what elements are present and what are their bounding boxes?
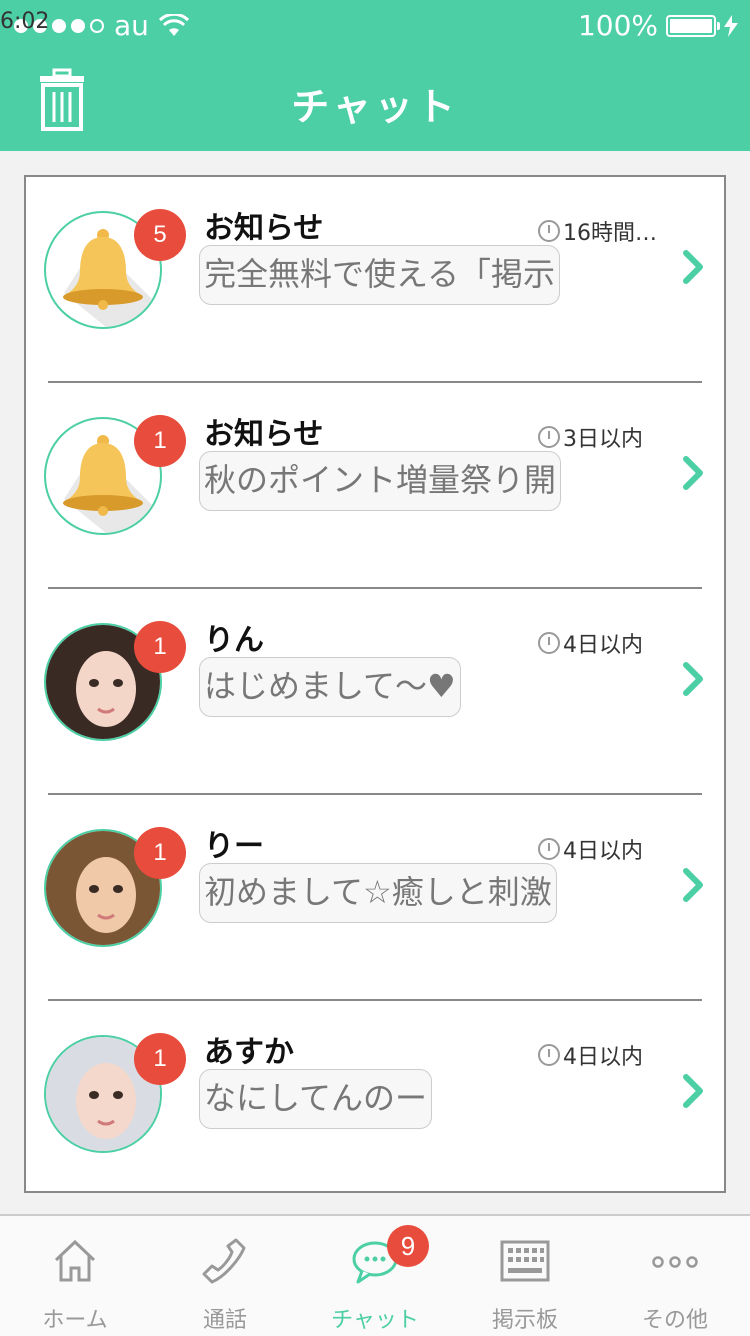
tab-call-label: 通話 [202, 1308, 247, 1333]
tab-chat[interactable]: チャット [300, 1216, 450, 1336]
tab-more-label: その他 [641, 1308, 708, 1333]
board-icon [500, 1240, 550, 1282]
chat-row[interactable]: 1 りー 4日以内 初めまして☆癒しと刺激 [26, 795, 724, 1001]
page-title: チャット [291, 85, 459, 129]
charging-icon [724, 14, 738, 37]
message-preview: はじめまして〜♥ [199, 657, 461, 717]
chevron-right-icon[interactable] [678, 247, 708, 287]
chat-name: あすか [204, 1035, 294, 1070]
battery-fill [670, 18, 712, 33]
chat-time: 4日以内 [538, 627, 643, 659]
chat-tab-badge: 9 [387, 1225, 429, 1267]
unread-badge: 5 [134, 209, 186, 261]
more-icon [652, 1256, 698, 1268]
chat-name: お知らせ [204, 417, 324, 452]
chat-row[interactable]: 1 あすか 4日以内 なにしてんのー [26, 1001, 724, 1207]
unread-badge: 1 [134, 827, 186, 879]
battery-icon [666, 14, 720, 37]
clock-icon [538, 632, 560, 654]
chat-time-label: 16時間… [563, 221, 657, 246]
clock-icon [538, 838, 560, 860]
chat-time-label: 4日以内 [563, 839, 643, 864]
chevron-right-icon[interactable] [678, 453, 708, 493]
chat-name: りー [204, 829, 264, 864]
chevron-right-icon[interactable] [678, 865, 708, 905]
tab-call[interactable]: 通話 [150, 1216, 300, 1336]
chat-time-label: 4日以内 [563, 1045, 643, 1070]
tab-bar: ホーム 通話 チャット 掲示板 その他 [0, 1214, 750, 1336]
message-preview: なにしてんのー [199, 1069, 433, 1129]
chat-list: 5 お知らせ 16時間… 完全無料で使える「掲示 1 お知らせ 3日以内 秋のポ… [24, 175, 726, 1193]
battery-percent: 100% [577, 9, 658, 42]
tab-more[interactable]: その他 [600, 1216, 750, 1336]
status-right: 100% [578, 9, 738, 42]
tab-board-label: 掲示板 [491, 1308, 558, 1333]
nav-bar: チャット [0, 50, 750, 151]
unread-badge: 1 [134, 415, 186, 467]
message-preview: 秋のポイント増量祭り開 [199, 451, 562, 511]
chat-name: りん [204, 623, 264, 658]
chat-row[interactable]: 1 お知らせ 3日以内 秋のポイント増量祭り開 [26, 383, 724, 589]
chevron-right-icon[interactable] [678, 659, 708, 699]
tab-board[interactable]: 掲示板 [450, 1216, 600, 1336]
status-bar: au 6:02 100% [0, 0, 750, 50]
chevron-right-icon[interactable] [678, 1071, 708, 1111]
clock-icon [538, 1044, 560, 1066]
chat-time: 16時間… [538, 215, 657, 247]
unread-badge: 1 [134, 1033, 186, 1085]
home-icon [54, 1239, 96, 1282]
tab-home[interactable]: ホーム [0, 1216, 150, 1336]
chat-row[interactable]: 5 お知らせ 16時間… 完全無料で使える「掲示 [26, 177, 724, 383]
clock-icon [538, 426, 560, 448]
tab-chat-label: チャット [331, 1308, 419, 1333]
chat-time: 4日以内 [538, 833, 643, 865]
phone-icon [202, 1238, 246, 1284]
chat-time-label: 4日以内 [563, 633, 643, 658]
clock-icon [538, 220, 560, 242]
message-preview: 初めまして☆癒しと刺激 [199, 863, 557, 923]
chat-name: お知らせ [204, 211, 324, 246]
chat-time: 4日以内 [538, 1039, 643, 1071]
chat-row[interactable]: 1 りん 4日以内 はじめまして〜♥ [26, 589, 724, 795]
chat-time: 3日以内 [538, 421, 643, 453]
unread-badge: 1 [134, 621, 186, 673]
message-preview: 完全無料で使える「掲示 [199, 245, 561, 305]
chat-time-label: 3日以内 [563, 427, 643, 452]
tab-home-label: ホーム [42, 1308, 108, 1333]
